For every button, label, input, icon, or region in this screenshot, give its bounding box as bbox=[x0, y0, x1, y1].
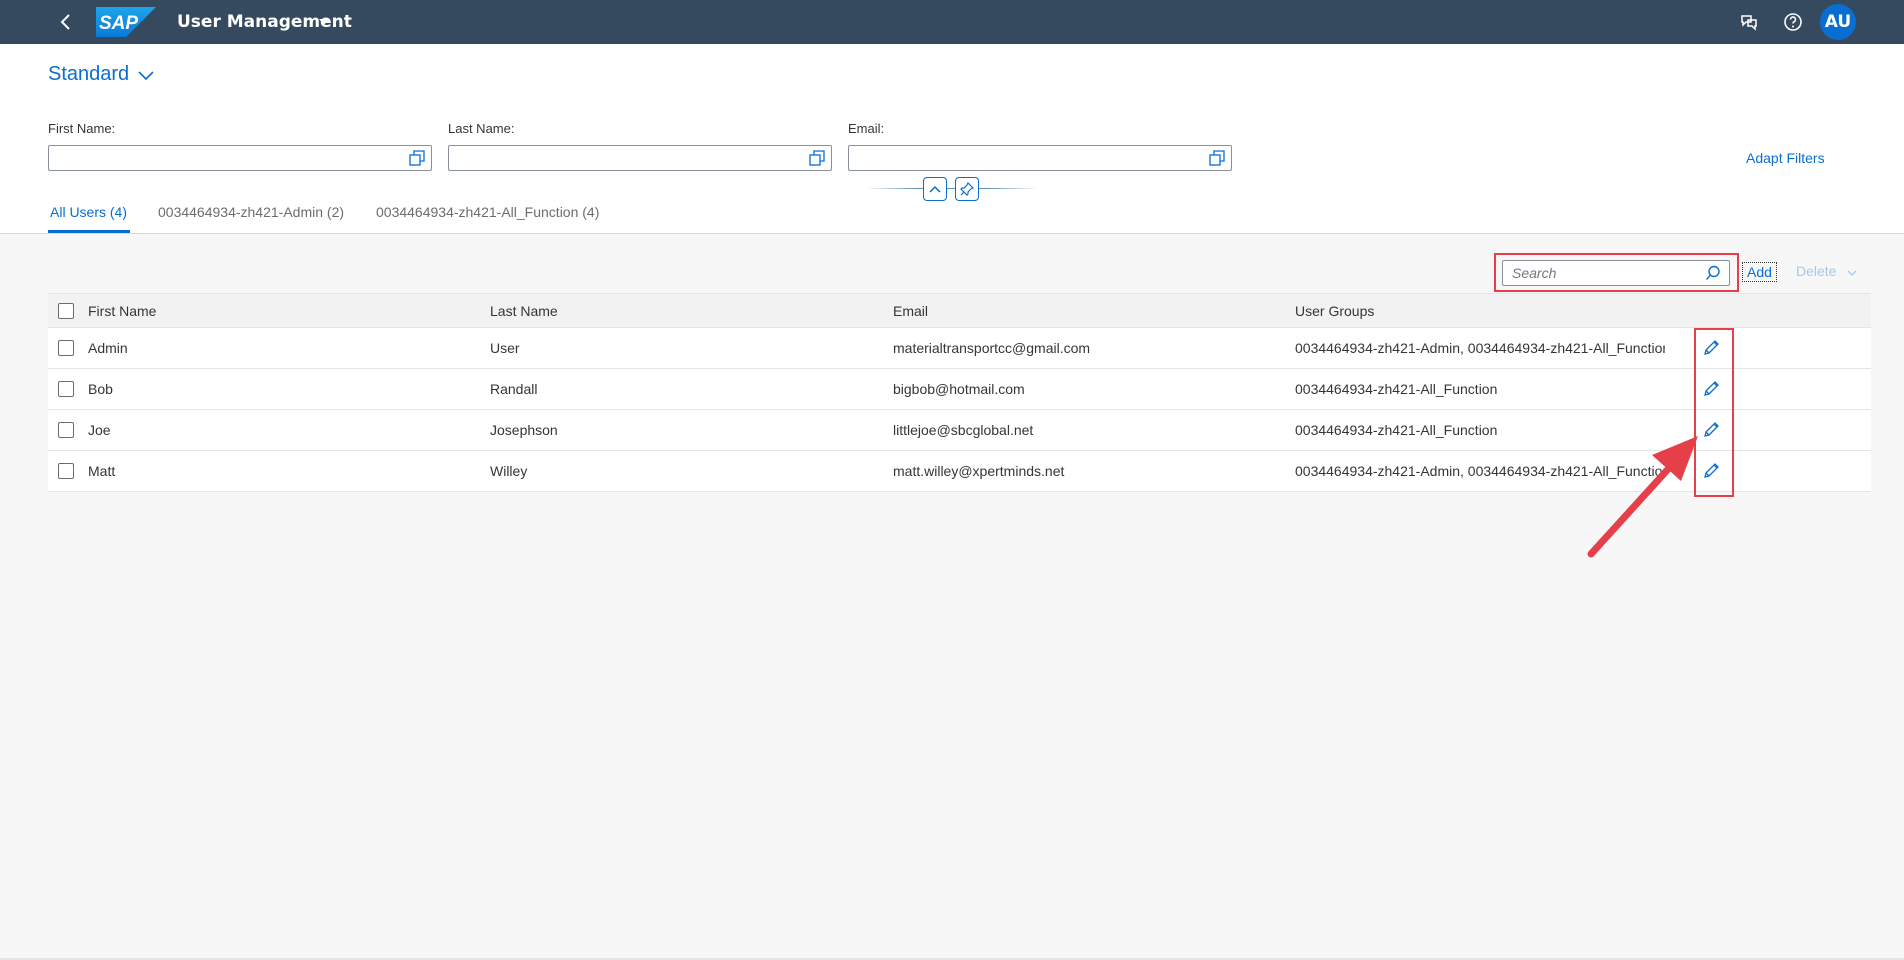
first-name-cell: Joe bbox=[88, 422, 111, 438]
first-name-cell: Admin bbox=[88, 340, 128, 356]
value-help-icon[interactable] bbox=[409, 150, 425, 166]
tab-admin-group[interactable]: 0034464934-zh421-Admin (2) bbox=[158, 204, 344, 220]
search-highlight-annotation bbox=[1494, 253, 1739, 292]
email-cell: littlejoe@sbcglobal.net bbox=[893, 422, 1034, 438]
variant-selector[interactable]: Standard bbox=[48, 63, 129, 86]
row-checkbox[interactable] bbox=[58, 340, 74, 356]
adapt-filters-button[interactable]: Adapt Filters bbox=[1746, 150, 1825, 166]
app-title-dropdown-icon[interactable] bbox=[319, 19, 329, 25]
collapse-header-button[interactable] bbox=[923, 177, 947, 201]
last-name-input[interactable] bbox=[449, 146, 801, 170]
last-name-field[interactable] bbox=[448, 145, 832, 171]
row-checkbox[interactable] bbox=[58, 381, 74, 397]
table-header: First Name Last Name Email User Groups bbox=[48, 293, 1871, 328]
column-last-name[interactable]: Last Name bbox=[490, 294, 870, 327]
last-name-cell: Willey bbox=[490, 463, 528, 479]
header-collapse-divider bbox=[866, 188, 1038, 189]
column-email[interactable]: Email bbox=[893, 294, 1273, 327]
row-checkbox[interactable] bbox=[58, 463, 74, 479]
select-all-checkbox[interactable] bbox=[58, 302, 74, 319]
tab-all-function-group[interactable]: 0034464934-zh421-All_Function (4) bbox=[376, 204, 599, 220]
chevron-down-icon[interactable] bbox=[137, 66, 155, 84]
email-cell: matt.willey@xpertminds.net bbox=[893, 463, 1065, 479]
chevron-up-icon bbox=[929, 185, 941, 193]
email-cell: materialtransportcc@gmail.com bbox=[893, 340, 1091, 356]
delete-button[interactable]: Delete bbox=[1796, 263, 1836, 279]
table-row[interactable]: Bob Randall bigbob@hotmail.com 003446493… bbox=[48, 369, 1871, 410]
first-name-cell: Bob bbox=[88, 381, 113, 397]
help-icon[interactable] bbox=[1783, 12, 1803, 32]
user-groups-cell: 0034464934-zh421-Admin, 0034464934-zh421… bbox=[1295, 340, 1665, 356]
last-name-cell: Josephson bbox=[490, 422, 558, 438]
first-name-field[interactable] bbox=[48, 145, 432, 171]
user-groups-cell: 0034464934-zh421-Admin, 0034464934-zh421… bbox=[1295, 463, 1665, 479]
tab-all-users[interactable]: All Users (4) bbox=[50, 204, 127, 220]
user-groups-cell: 0034464934-zh421-All_Function bbox=[1295, 381, 1498, 397]
filter-header: Standard First Name: Last Name: Email: A… bbox=[0, 44, 1904, 234]
first-name-label: First Name: bbox=[48, 121, 116, 136]
user-groups-cell: 0034464934-zh421-All_Function bbox=[1295, 422, 1498, 438]
last-name-cell: User bbox=[490, 340, 520, 356]
email-input[interactable] bbox=[849, 146, 1201, 170]
pin-header-button[interactable] bbox=[955, 177, 979, 201]
first-name-input[interactable] bbox=[49, 146, 401, 170]
email-label: Email: bbox=[848, 121, 885, 136]
back-icon[interactable] bbox=[56, 12, 76, 32]
value-help-icon[interactable] bbox=[809, 150, 825, 166]
shell-bar: SAP User Management AU bbox=[0, 0, 1904, 44]
edit-highlight-annotation bbox=[1694, 328, 1734, 497]
column-user-groups[interactable]: User Groups bbox=[1295, 294, 1665, 327]
table-row[interactable]: Joe Josephson littlejoe@sbcglobal.net 00… bbox=[48, 410, 1871, 451]
last-name-cell: Randall bbox=[490, 381, 538, 397]
sap-logo[interactable]: SAP bbox=[96, 7, 156, 37]
table-row[interactable]: Matt Willey matt.willey@xpertminds.net 0… bbox=[48, 451, 1871, 492]
add-button[interactable]: Add bbox=[1742, 262, 1777, 282]
svg-text:SAP: SAP bbox=[99, 13, 138, 34]
email-cell: bigbob@hotmail.com bbox=[893, 381, 1025, 397]
feedback-icon[interactable] bbox=[1739, 12, 1759, 32]
pin-icon bbox=[960, 181, 975, 196]
last-name-label: Last Name: bbox=[448, 121, 515, 136]
row-checkbox[interactable] bbox=[58, 422, 74, 438]
delete-dropdown-chevron-icon[interactable] bbox=[1846, 267, 1858, 279]
email-field[interactable] bbox=[848, 145, 1232, 171]
first-name-cell: Matt bbox=[88, 463, 116, 479]
users-table: First Name Last Name Email User Groups A… bbox=[48, 293, 1871, 492]
selected-tab-indicator bbox=[48, 230, 130, 233]
value-help-icon[interactable] bbox=[1209, 150, 1225, 166]
user-avatar[interactable]: AU bbox=[1820, 4, 1856, 40]
table-row[interactable]: Admin User materialtransportcc@gmail.com… bbox=[48, 328, 1871, 369]
column-first-name[interactable]: First Name bbox=[88, 294, 468, 327]
